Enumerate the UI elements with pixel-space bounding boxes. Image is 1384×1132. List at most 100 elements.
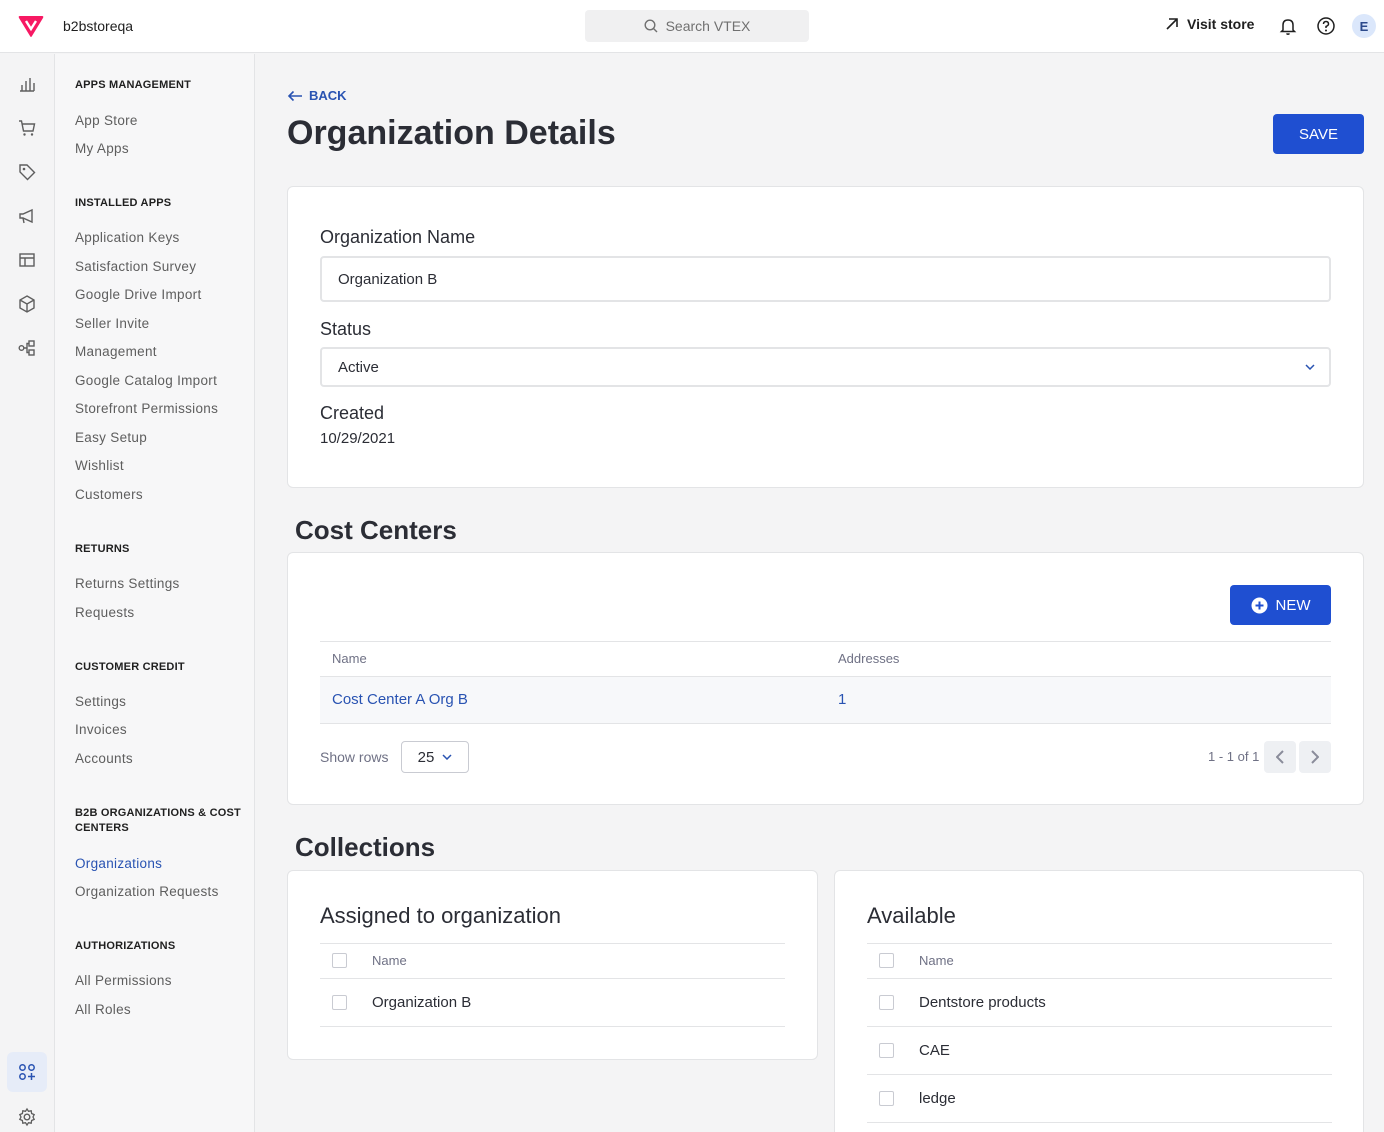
help-icon[interactable] [1316, 16, 1336, 36]
table-divider [320, 978, 785, 979]
previous-page-button[interactable] [1264, 741, 1296, 773]
new-cost-center-button[interactable]: NEW [1230, 585, 1331, 625]
table-divider [867, 1122, 1332, 1123]
table-row[interactable]: Cost Center A Org B 1 [320, 676, 1331, 724]
row-checkbox[interactable] [879, 995, 894, 1010]
account-name[interactable]: b2bstoreqa [63, 18, 133, 34]
sidebar-item-all-roles[interactable]: All Roles [75, 1002, 131, 1017]
column-header-name: Name [332, 651, 367, 666]
cost-centers-heading: Cost Centers [295, 515, 457, 545]
main-content: BACK Organization Details SAVE Organizat… [255, 54, 1384, 1132]
rows-per-page-select[interactable]: 25 [401, 741, 469, 773]
sidebar-section-title: INSTALLED APPS [75, 197, 172, 209]
sidebar-section-title: APPS MANAGEMENT [75, 79, 192, 91]
back-link[interactable]: BACK [287, 88, 347, 103]
vtex-logo-icon[interactable] [18, 14, 44, 38]
plus-circle-icon [1251, 597, 1267, 613]
status-label: Status [320, 319, 372, 339]
available-collection-name: CAE [919, 1042, 950, 1059]
sidebar-item-satisfaction-survey[interactable]: Satisfaction Survey [75, 259, 196, 274]
sidebar-item-requests[interactable]: Requests [75, 605, 134, 620]
rows-per-page-value: 25 [417, 748, 435, 766]
top-bar: b2bstoreqa Search VTEX Visit store E [0, 0, 1384, 53]
sidebar-item-seller-invite[interactable]: Seller Invite [75, 316, 149, 331]
search-input[interactable]: Search VTEX [585, 10, 809, 42]
table-divider [320, 1026, 785, 1027]
select-all-checkbox[interactable] [332, 953, 347, 968]
select-all-checkbox[interactable] [879, 953, 894, 968]
sidebar-item-returns-settings[interactable]: Returns Settings [75, 576, 180, 591]
row-checkbox[interactable] [332, 995, 347, 1010]
row-checkbox[interactable] [879, 1091, 894, 1106]
sidebar-item-customers[interactable]: Customers [75, 487, 143, 502]
row-checkbox[interactable] [879, 1043, 894, 1058]
gear-icon[interactable] [17, 1107, 37, 1127]
created-value: 10/29/2021 [320, 430, 396, 447]
arrow-up-right-icon [1166, 18, 1178, 30]
chart-icon[interactable] [17, 74, 37, 94]
assigned-title: Assigned to organization [320, 903, 561, 928]
search-icon [644, 19, 658, 33]
chevron-down-icon [442, 754, 452, 760]
sidebar-item-accounts[interactable]: Accounts [75, 751, 133, 766]
sidebar-item-google-catalog-import[interactable]: Google Catalog Import [75, 373, 217, 388]
avatar[interactable]: E [1352, 14, 1376, 38]
sidebar-item-my-apps[interactable]: My Apps [75, 141, 129, 156]
visit-store-label: Visit store [1187, 16, 1255, 32]
available-collection-name: Dentstore products [919, 994, 1046, 1011]
sidebar-item-application-keys[interactable]: Application Keys [75, 230, 180, 245]
sidebar-item-organization-requests[interactable]: Organization Requests [75, 884, 219, 899]
sidebar: APPS MANAGEMENT App Store My Apps INSTAL… [55, 54, 255, 1132]
sidebar-section-title: AUTHORIZATIONS [75, 940, 176, 952]
status-value: Active [338, 358, 379, 376]
chevron-left-icon [1276, 750, 1284, 764]
visit-store-link[interactable]: Visit store [1165, 16, 1254, 32]
sidebar-item-all-permissions[interactable]: All Permissions [75, 973, 172, 988]
cost-centers-card: NEW Name Addresses Cost Center A Org B 1… [287, 552, 1364, 805]
module-icon-bar [0, 54, 55, 1132]
table-divider [867, 1026, 1332, 1027]
sidebar-item-app-store[interactable]: App Store [75, 113, 138, 128]
bell-icon[interactable] [1278, 16, 1298, 36]
available-title: Available [867, 903, 956, 928]
assigned-collections-card: Assigned to organization Name Organizati… [287, 870, 818, 1060]
sidebar-item-organizations[interactable]: Organizations [75, 856, 162, 871]
package-icon[interactable] [17, 294, 37, 314]
arrow-left-icon [287, 90, 302, 101]
column-header-name: Name [372, 953, 407, 968]
table-divider [867, 1074, 1332, 1075]
apps-icon [19, 1064, 35, 1080]
sidebar-item-easy-setup[interactable]: Easy Setup [75, 430, 147, 445]
organization-details-card: Organization Name Organization B Status … [287, 186, 1364, 488]
organization-name-value: Organization B [338, 270, 438, 288]
tag-icon[interactable] [17, 162, 37, 182]
apps-module-button[interactable] [7, 1052, 47, 1092]
pagination-text: 1 - 1 of 1 [1208, 749, 1260, 764]
workflow-icon[interactable] [17, 338, 37, 358]
layout-icon[interactable] [17, 250, 37, 270]
sidebar-item-google-drive-import[interactable]: Google Drive Import [75, 287, 202, 302]
created-label: Created [320, 403, 385, 423]
sidebar-item-invoices[interactable]: Invoices [75, 722, 127, 737]
next-page-button[interactable] [1299, 741, 1331, 773]
status-select[interactable]: Active [320, 347, 1331, 387]
cart-icon[interactable] [17, 118, 37, 138]
available-collection-name: ledge [919, 1090, 956, 1107]
sidebar-section-title: B2B ORGANIZATIONS & COST CENTERS [75, 807, 241, 834]
column-header-addresses: Addresses [838, 651, 900, 666]
sidebar-item-settings[interactable]: Settings [75, 694, 126, 709]
page-title: Organization Details [287, 114, 616, 152]
organization-name-input[interactable]: Organization B [320, 256, 1331, 302]
sidebar-item-wishlist[interactable]: Wishlist [75, 458, 124, 473]
save-button[interactable]: SAVE [1273, 114, 1364, 154]
sidebar-section-title: RETURNS [75, 543, 130, 555]
column-header-name: Name [919, 953, 954, 968]
cost-center-addresses: 1 [838, 691, 847, 708]
cost-center-name-link[interactable]: Cost Center A Org B [332, 691, 468, 708]
assigned-collection-name: Organization B [372, 994, 472, 1011]
megaphone-icon[interactable] [17, 206, 37, 226]
sidebar-item-management[interactable]: Management [75, 344, 157, 359]
sidebar-section-title: CUSTOMER CREDIT [75, 661, 185, 673]
sidebar-item-storefront-permissions[interactable]: Storefront Permissions [75, 401, 218, 416]
table-divider [320, 641, 1331, 642]
